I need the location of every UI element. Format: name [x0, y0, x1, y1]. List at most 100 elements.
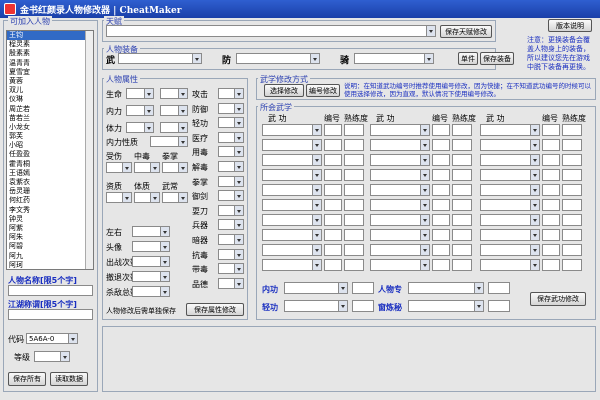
list-item[interactable]: 阿珂	[7, 261, 93, 269]
skill-code-input[interactable]	[324, 124, 342, 136]
horse-select[interactable]	[354, 53, 434, 64]
code-select[interactable]: 5A6A-0	[26, 333, 78, 344]
list-item[interactable]: 苗若兰	[7, 114, 93, 123]
list-item[interactable]: 王钧	[7, 31, 93, 41]
single-equip-button[interactable]: 单件	[458, 52, 478, 65]
list-item[interactable]: 小龙女	[7, 123, 93, 132]
skill-select[interactable]	[262, 184, 322, 196]
attr-select[interactable]	[218, 161, 244, 172]
skill-select[interactable]	[480, 169, 540, 181]
list-item[interactable]: 程灵素	[7, 40, 93, 49]
attr-select[interactable]	[106, 192, 132, 203]
skill-code-input[interactable]	[324, 169, 342, 181]
skill-select[interactable]	[262, 229, 322, 241]
attr-value-select[interactable]	[126, 88, 154, 99]
attr-select[interactable]	[132, 226, 170, 237]
skill-select[interactable]	[370, 259, 430, 271]
list-item[interactable]: 仪琳	[7, 95, 93, 104]
skill-code-input[interactable]	[432, 199, 450, 211]
attr-select[interactable]	[218, 131, 244, 143]
list-item[interactable]: 周芷若	[7, 105, 93, 114]
skill-select[interactable]	[370, 154, 430, 166]
attr-max-select[interactable]	[160, 105, 188, 116]
skill-proficiency-input[interactable]	[452, 229, 472, 241]
weapon-select[interactable]	[118, 53, 202, 64]
skill-proficiency-input[interactable]	[562, 259, 582, 271]
skill-code-input[interactable]	[324, 214, 342, 226]
skill-proficiency-input[interactable]	[562, 244, 582, 256]
skill-code-input[interactable]	[542, 124, 560, 136]
nick-input[interactable]	[8, 309, 93, 320]
save-all-button[interactable]: 保存所有	[8, 372, 46, 386]
special-code[interactable]	[488, 282, 510, 294]
skill-select[interactable]	[370, 124, 430, 136]
skill-select[interactable]	[370, 169, 430, 181]
skill-select[interactable]	[370, 214, 430, 226]
skill-code-input[interactable]	[432, 139, 450, 151]
skill-select[interactable]	[262, 139, 322, 151]
attr-select[interactable]	[132, 241, 170, 252]
skill-proficiency-input[interactable]	[344, 199, 364, 211]
light-skill-code[interactable]	[352, 300, 374, 312]
skill-code-input[interactable]	[542, 184, 560, 196]
skill-code-input[interactable]	[324, 184, 342, 196]
list-item[interactable]: 夏雪宜	[7, 68, 93, 77]
skill-select[interactable]	[480, 124, 540, 136]
skill-select[interactable]	[262, 169, 322, 181]
skill-select[interactable]	[480, 214, 540, 226]
attr-value-select[interactable]	[126, 105, 154, 116]
skill-proficiency-input[interactable]	[452, 154, 472, 166]
attr-select[interactable]	[218, 88, 244, 99]
skill-code-input[interactable]	[542, 259, 560, 271]
skill-proficiency-input[interactable]	[344, 229, 364, 241]
skill-select[interactable]	[262, 259, 322, 271]
skill-proficiency-input[interactable]	[452, 199, 472, 211]
skill-code-input[interactable]	[432, 244, 450, 256]
skill-select[interactable]	[480, 199, 540, 211]
list-item[interactable]: 钟灵	[7, 215, 93, 224]
skill-select[interactable]	[480, 259, 540, 271]
skill-select[interactable]	[370, 199, 430, 211]
skill-code-input[interactable]	[542, 199, 560, 211]
skill-select[interactable]	[262, 244, 322, 256]
skill-select[interactable]	[480, 154, 540, 166]
skill-code-input[interactable]	[324, 199, 342, 211]
skill-code-input[interactable]	[324, 229, 342, 241]
list-item[interactable]: 温青青	[7, 59, 93, 68]
inner-nature-select[interactable]	[150, 136, 188, 147]
skill-proficiency-input[interactable]	[452, 259, 472, 271]
inner-skill-code[interactable]	[352, 282, 374, 294]
skill-proficiency-input[interactable]	[344, 244, 364, 256]
name-input[interactable]	[8, 285, 93, 296]
inner-skill-select[interactable]	[284, 282, 348, 294]
skill-proficiency-input[interactable]	[344, 214, 364, 226]
skill-code-input[interactable]	[432, 259, 450, 271]
skill-code-input[interactable]	[324, 244, 342, 256]
attr-select[interactable]	[132, 286, 170, 297]
skill-proficiency-input[interactable]	[452, 184, 472, 196]
book-select[interactable]	[408, 300, 484, 312]
skill-code-input[interactable]	[542, 169, 560, 181]
attr-select[interactable]	[218, 204, 244, 216]
list-item[interactable]: 何红药	[7, 196, 93, 205]
skill-proficiency-input[interactable]	[344, 184, 364, 196]
attr-select[interactable]	[218, 248, 244, 260]
skill-code-input[interactable]	[324, 139, 342, 151]
skill-proficiency-input[interactable]	[562, 154, 582, 166]
code-mode-button[interactable]: 编号修改	[306, 84, 340, 97]
attr-select[interactable]	[218, 277, 244, 289]
list-item[interactable]: 岳灵珊	[7, 187, 93, 196]
level-select[interactable]	[34, 351, 70, 362]
skill-select[interactable]	[480, 229, 540, 241]
attr-select[interactable]	[218, 234, 244, 245]
attr-select[interactable]	[218, 117, 244, 129]
skill-proficiency-input[interactable]	[562, 214, 582, 226]
attr-select[interactable]	[218, 190, 244, 202]
list-item[interactable]: 袁紫衣	[7, 178, 93, 187]
special-select[interactable]	[408, 282, 484, 294]
armor-select[interactable]	[236, 53, 320, 64]
skill-select[interactable]	[262, 154, 322, 166]
skill-select[interactable]	[480, 139, 540, 151]
skill-proficiency-input[interactable]	[452, 214, 472, 226]
skill-proficiency-input[interactable]	[562, 139, 582, 151]
